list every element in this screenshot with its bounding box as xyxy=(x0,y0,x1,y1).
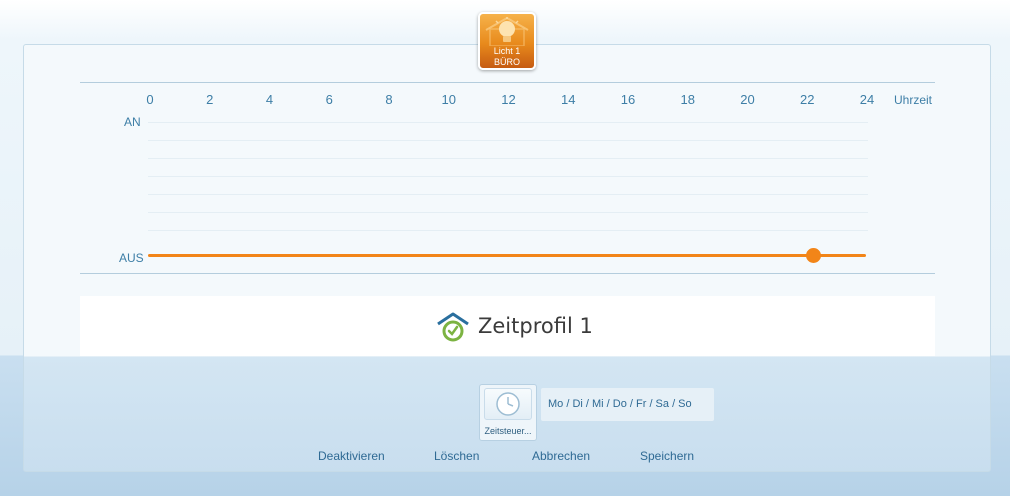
weekdays-selector[interactable]: Mo / Di / Mi / Do / Fr / Sa / So xyxy=(541,388,714,421)
schedule-button[interactable] xyxy=(484,388,532,420)
x-tick-label: 24 xyxy=(859,92,875,107)
grid-line xyxy=(148,158,868,159)
x-axis-label: Uhrzeit xyxy=(894,93,933,107)
x-tick-label: 2 xyxy=(206,92,214,107)
x-tick-label: 6 xyxy=(325,92,333,107)
grid-line xyxy=(148,194,868,195)
home-clock-icon xyxy=(437,312,469,342)
x-tick-label: 0 xyxy=(146,92,154,107)
x-tick-label: 20 xyxy=(740,92,755,107)
delete-button[interactable]: Löschen xyxy=(434,449,479,463)
grid-line xyxy=(148,212,868,213)
profile-title: Zeitprofil 1 xyxy=(478,314,593,338)
x-tick-label: 22 xyxy=(800,92,815,107)
device-room: BÜRO xyxy=(493,57,520,67)
x-tick-label: 16 xyxy=(620,92,636,107)
chart-top-border xyxy=(80,82,935,83)
switch-point-marker[interactable] xyxy=(805,248,821,263)
x-tick-label: 12 xyxy=(501,92,516,107)
x-tick-label: 4 xyxy=(265,92,274,107)
grid-line xyxy=(148,230,868,231)
x-tick-label: 10 xyxy=(441,92,456,107)
grid-line xyxy=(148,122,868,123)
schedule-tile-label: Zeitsteuer... xyxy=(484,426,532,436)
chart-bottom-border xyxy=(80,273,935,274)
y-label-off: AUS xyxy=(119,251,144,265)
series-line-off[interactable] xyxy=(148,254,866,257)
x-tick-label: 8 xyxy=(385,92,393,107)
grid-line xyxy=(148,176,868,177)
x-tick-label: 18 xyxy=(680,92,695,107)
schedule-tile[interactable]: Zeitsteuer... xyxy=(479,384,537,441)
x-tick-label: 14 xyxy=(561,92,576,107)
device-name: Licht 1 xyxy=(493,46,521,56)
deactivate-button[interactable]: Deaktivieren xyxy=(318,449,385,463)
y-label-on: AN xyxy=(124,115,141,129)
cancel-button[interactable]: Abbrechen xyxy=(532,449,590,463)
save-button[interactable]: Speichern xyxy=(640,449,694,463)
clock-icon xyxy=(496,392,520,416)
weekdays-text: Mo / Di / Mi / Do / Fr / Sa / So xyxy=(548,398,692,410)
grid-line xyxy=(148,140,868,141)
device-tile[interactable]: Licht 1 BÜRO xyxy=(478,12,536,70)
light-bulb-icon xyxy=(485,16,529,46)
